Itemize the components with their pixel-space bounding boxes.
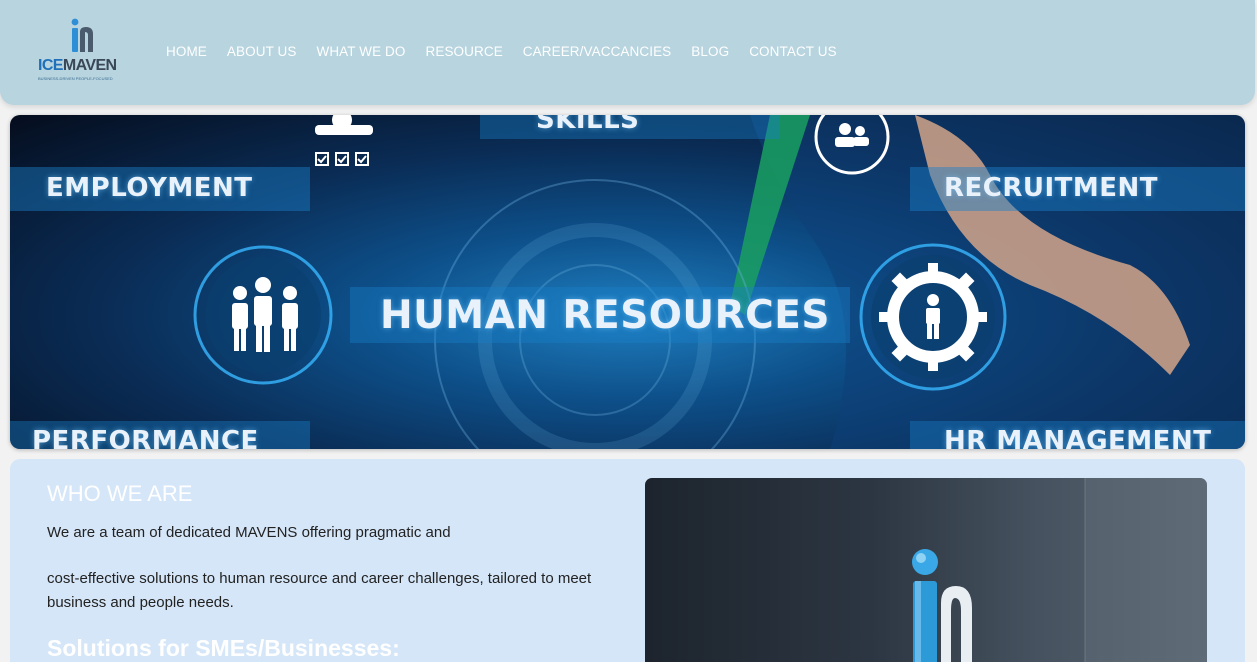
- hero-skills-label: SKILLS: [536, 115, 640, 135]
- hero-performance-label: PERFORMANCE: [32, 426, 259, 449]
- who-we-are-title: WHO WE ARE: [47, 481, 193, 506]
- logo-mark-icon: [71, 18, 93, 52]
- logo-3d-icon: [912, 478, 1207, 662]
- hero-graphic: [10, 115, 1245, 449]
- nav-career-vacancies[interactable]: CAREER/VACCANCIES: [523, 44, 671, 59]
- nav-what-we-do[interactable]: WHAT WE DO: [316, 44, 405, 59]
- main-nav: HOME ABOUT US WHAT WE DO RESOURCE CAREER…: [166, 44, 837, 59]
- about-paragraph-1: We are a team of dedicated MAVENS offeri…: [47, 524, 451, 541]
- about-paragraph-2: cost-effective solutions to human resour…: [47, 570, 592, 611]
- solutions-subtitle: Solutions for SMEs/Businesses:: [47, 635, 400, 661]
- logo-wordmark: ICEMAVEN: [38, 57, 117, 74]
- hero-banner: SKILLS EMPLOYMENT RECRUITMENT HUMAN RESO…: [10, 115, 1245, 449]
- nav-contact-us[interactable]: CONTACT US: [749, 44, 837, 59]
- logo-sign-image: [645, 478, 1207, 662]
- nav-about-us[interactable]: ABOUT US: [227, 44, 297, 59]
- gear-person-icon: [859, 243, 1007, 391]
- hero-hr-management-label: HR MANAGEMENT: [944, 426, 1212, 449]
- nav-resource[interactable]: RESOURCE: [425, 44, 502, 59]
- who-we-are-section: WHO WE ARE We are a team of dedicated MA…: [10, 459, 1245, 662]
- logo-tagline: BUSINESS-DRIVEN PEOPLE-FOCUSED: [38, 76, 113, 81]
- team-icon: [315, 115, 373, 166]
- nav-home[interactable]: HOME: [166, 44, 207, 59]
- hero-employment-label: EMPLOYMENT: [46, 173, 253, 203]
- nav-blog[interactable]: BLOG: [691, 44, 729, 59]
- site-header: ICEMAVEN BUSINESS-DRIVEN PEOPLE-FOCUSED …: [0, 0, 1255, 105]
- people-icon: [193, 245, 333, 385]
- icemaven-logo[interactable]: ICEMAVEN BUSINESS-DRIVEN PEOPLE-FOCUSED: [36, 18, 132, 82]
- hero-human-resources-label: HUMAN RESOURCES: [380, 293, 830, 338]
- hero-recruitment-label: RECRUITMENT: [944, 173, 1159, 203]
